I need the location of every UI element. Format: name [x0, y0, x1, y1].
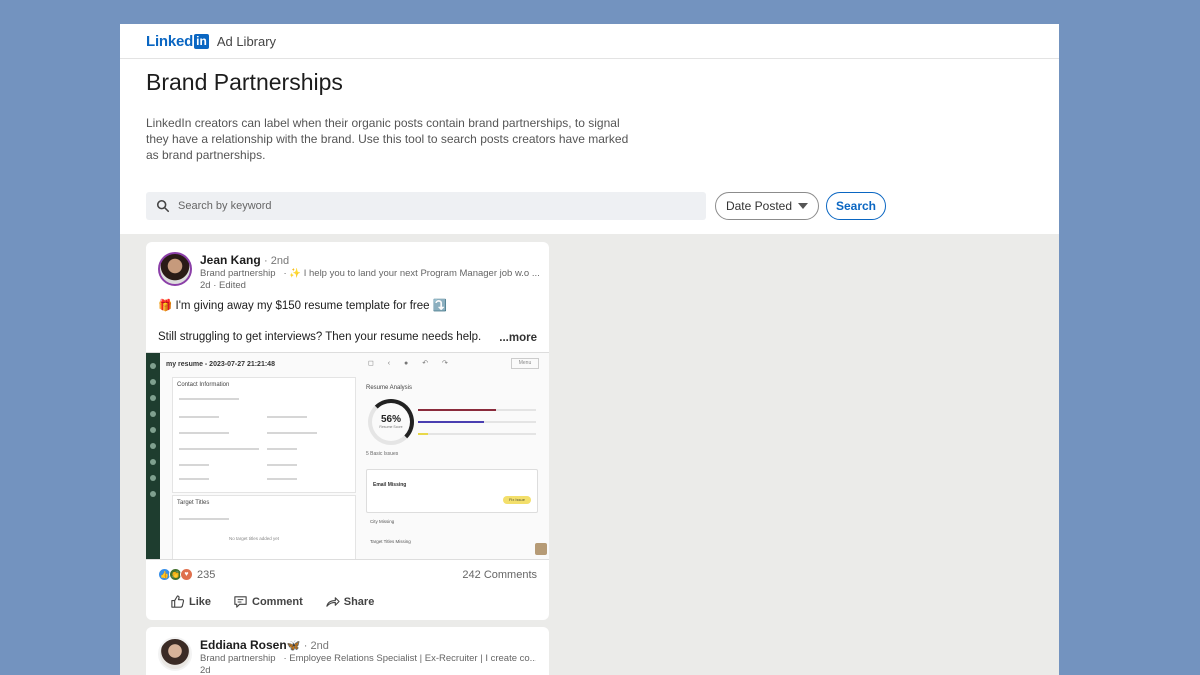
search-button[interactable]: Search: [826, 192, 886, 220]
post-text-line: 🎁 I'm giving away my $150 resume templat…: [158, 300, 448, 312]
reaction-count: 235: [197, 568, 216, 581]
comment-label: Comment: [252, 595, 303, 608]
avatar[interactable]: [158, 252, 192, 286]
date-posted-dropdown[interactable]: Date Posted: [715, 192, 819, 220]
comment-icon: [234, 596, 247, 608]
share-label: Share: [343, 595, 375, 608]
like-button[interactable]: Like: [170, 594, 211, 609]
post-card: Jean Kang · 2nd Brand partnership · ✨ I …: [146, 242, 549, 620]
post-time: 2d · Edited: [200, 280, 246, 291]
image-menu-button: Menu: [511, 358, 539, 369]
post-author: Jean Kang · 2nd: [200, 253, 289, 267]
image-score-value: 56%: [380, 414, 401, 425]
like-label: Like: [189, 595, 212, 608]
post-time: 2d: [200, 665, 211, 675]
share-button[interactable]: Share: [325, 594, 375, 609]
avatar[interactable]: [158, 637, 192, 671]
author-name[interactable]: Eddiana Rosen: [200, 638, 287, 652]
posts-feed: Jean Kang · 2nd Brand partnership · ✨ I …: [120, 234, 1059, 675]
brand-partnership-tag: Brand partnership: [200, 653, 276, 664]
image-target-titles-panel: Target Titles No target titles added yet: [172, 495, 356, 559]
image-contact-panel: Contact Information: [172, 377, 356, 493]
page-description: LinkedIn creators can label when their o…: [146, 116, 629, 162]
post-meta: Brand partnership · Employee Relations S…: [200, 653, 536, 664]
author-headline: · Employee Relations Specialist | Ex-Rec…: [283, 653, 536, 664]
image-fix-button: Fix Issue: [503, 496, 531, 504]
post-author: Eddiana Rosen🦋 · 2nd: [200, 638, 329, 652]
image-issue-row: Target Titles Missing: [370, 539, 411, 544]
top-bar: Linked in Ad Library: [120, 24, 1059, 59]
search-row: Date Posted Search: [146, 192, 1059, 234]
butterfly-emoji-icon: 🦋: [286, 640, 301, 652]
image-issue-row: City Missing: [370, 519, 395, 524]
logo-in-badge: in: [194, 33, 209, 49]
reactions-summary[interactable]: 👍 👏 ♥ 235: [158, 568, 215, 581]
search-input[interactable]: [176, 199, 680, 213]
image-target-titles-title: Target Titles: [177, 500, 210, 506]
date-posted-label: Date Posted: [725, 199, 793, 213]
image-score-gauge: 56% Resume Score: [368, 399, 414, 445]
image-score-label: Resume Score: [379, 425, 403, 429]
connection-degree: · 2nd: [303, 640, 329, 652]
image-empty-note: No target titles added yet: [229, 536, 280, 541]
see-more-link[interactable]: ...more: [499, 332, 537, 344]
image-analysis-title: Resume Analysis: [366, 385, 413, 391]
logo-text: Linked: [146, 32, 194, 50]
post-text-line: Still struggling to get interviews? Then…: [158, 331, 482, 343]
brand-partnership-tag: Brand partnership: [200, 268, 276, 279]
image-toolbar: ◻ ‹ ● ↶ ↷: [368, 360, 454, 367]
post-card: Eddiana Rosen🦋 · 2nd Brand partnership ·…: [146, 627, 549, 675]
linkedin-logo[interactable]: Linked in: [146, 33, 209, 50]
image-issues-count: 5 Basic Issues: [366, 451, 399, 457]
image-issue-name: Email Missing: [373, 482, 407, 488]
image-contact-title: Contact Information: [177, 382, 230, 388]
search-box[interactable]: [146, 192, 706, 220]
search-icon: [156, 199, 170, 213]
page-title: Brand Partnerships: [146, 69, 343, 95]
post-meta: Brand partnership · ✨ I help you to land…: [200, 268, 540, 279]
caret-down-icon: [798, 203, 809, 209]
post-actions: Like Comment Share: [170, 594, 374, 609]
image-chat-icon: [535, 543, 547, 555]
post-image[interactable]: my resume - 2023-07-27 21:21:48 ◻ ‹ ● ↶ …: [146, 352, 549, 560]
love-reaction-icon: ♥: [180, 568, 193, 581]
connection-degree: · 2nd: [264, 255, 290, 267]
image-doc-title: my resume - 2023-07-27 21:21:48: [166, 361, 275, 368]
product-name: Ad Library: [216, 33, 277, 49]
author-name[interactable]: Jean Kang: [200, 253, 261, 267]
author-headline: · ✨ I help you to land your next Program…: [283, 268, 540, 279]
comments-count[interactable]: 242 Comments: [462, 569, 537, 581]
image-app-sidebar: [146, 353, 160, 559]
image-issue-card: Email Missing Fix Issue: [366, 469, 538, 513]
share-arrow-icon: [326, 597, 340, 607]
comment-button[interactable]: Comment: [233, 594, 303, 609]
browser-window: Linked in Ad Library Brand Partnerships …: [120, 24, 1059, 675]
thumbs-up-icon: [171, 595, 185, 608]
